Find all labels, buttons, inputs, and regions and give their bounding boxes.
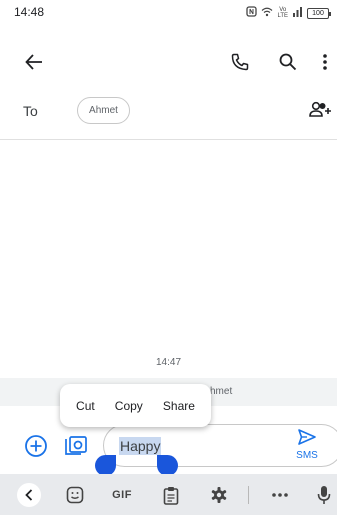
send-icon — [297, 428, 317, 451]
gif-button[interactable]: GIF — [108, 483, 136, 507]
more-horiz-icon[interactable] — [268, 483, 292, 507]
send-sms-button[interactable]: SMS — [292, 428, 322, 466]
microphone-icon[interactable] — [314, 483, 334, 507]
message-timestamp: 14:47 — [155, 357, 182, 368]
nfc-icon — [246, 4, 258, 22]
to-label: To — [23, 103, 38, 119]
header-divider — [0, 139, 337, 140]
emoji-sticker-icon[interactable] — [64, 483, 86, 507]
sms-label: SMS — [296, 450, 318, 461]
message-input[interactable]: Happy SMS — [103, 424, 337, 467]
recipient-chip[interactable]: Ahmet — [77, 97, 130, 124]
share-button[interactable]: Share — [163, 399, 195, 413]
keyboard-collapse-icon[interactable] — [17, 483, 41, 507]
gallery-camera-icon[interactable] — [63, 433, 89, 459]
selection-start-handle[interactable] — [95, 455, 116, 476]
volte-lte-icon: Vo LTE — [277, 7, 288, 19]
recipient-row: To Ahmet — [0, 94, 337, 128]
info-text: hmet — [210, 386, 233, 397]
battery-icon: 100 — [307, 7, 331, 19]
signal-icon — [292, 4, 303, 22]
more-vert-icon[interactable] — [313, 50, 337, 74]
app-bar — [0, 40, 337, 84]
status-time: 14:48 — [14, 5, 45, 19]
add-people-icon[interactable] — [309, 101, 331, 124]
settings-gear-icon[interactable] — [208, 483, 230, 507]
text-selection-menu: Cut Copy Share — [60, 384, 211, 427]
status-icons: Vo LTE 100 — [246, 4, 331, 22]
search-icon[interactable] — [276, 50, 300, 74]
cut-button[interactable]: Cut — [76, 399, 95, 413]
add-attachment-icon[interactable] — [23, 433, 49, 459]
gif-label: GIF — [112, 489, 132, 501]
phone-icon[interactable] — [228, 50, 252, 74]
copy-button[interactable]: Copy — [115, 399, 143, 413]
toolbar-divider — [248, 486, 249, 504]
keyboard-toolbar: GIF — [0, 474, 337, 515]
status-bar: 14:48 Vo LTE 100 — [0, 0, 337, 24]
back-arrow-icon[interactable] — [22, 50, 46, 74]
message-input-text[interactable]: Happy — [119, 437, 162, 455]
clipboard-icon[interactable] — [160, 483, 182, 507]
wifi-icon — [261, 4, 273, 22]
selection-end-handle[interactable] — [157, 455, 178, 476]
